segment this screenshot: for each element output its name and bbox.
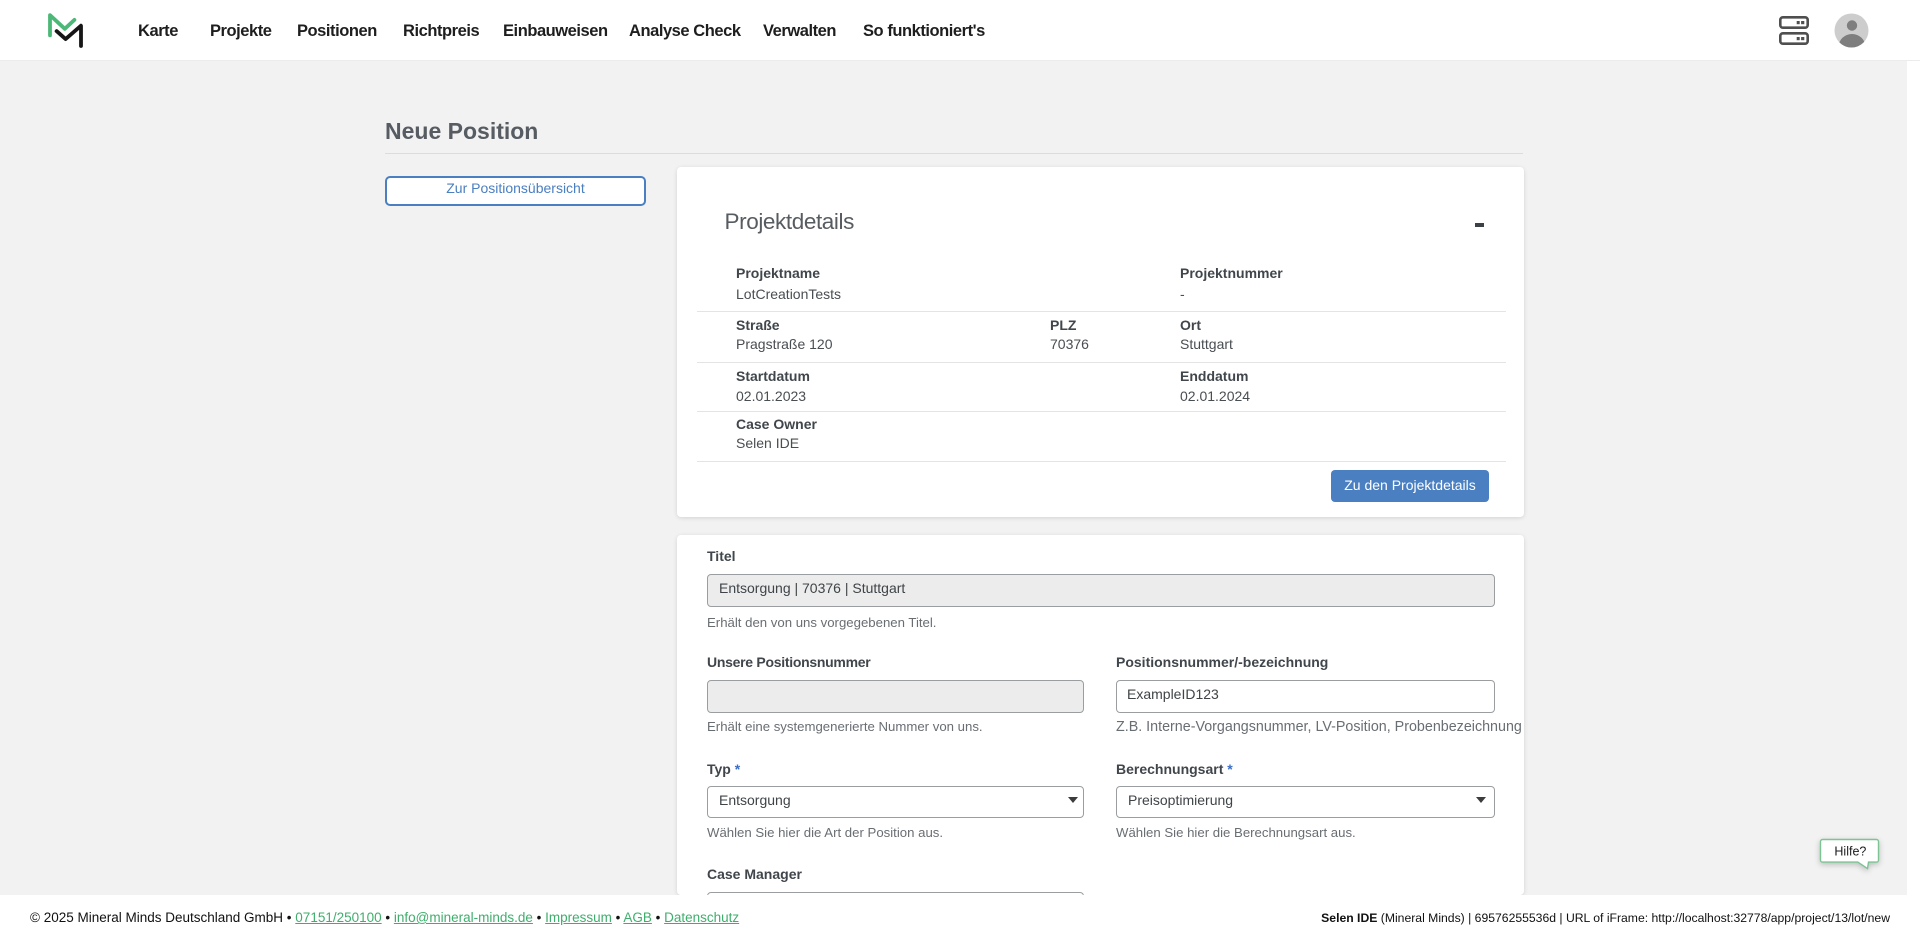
- svg-text:Hilfe?: Hilfe?: [1834, 844, 1866, 858]
